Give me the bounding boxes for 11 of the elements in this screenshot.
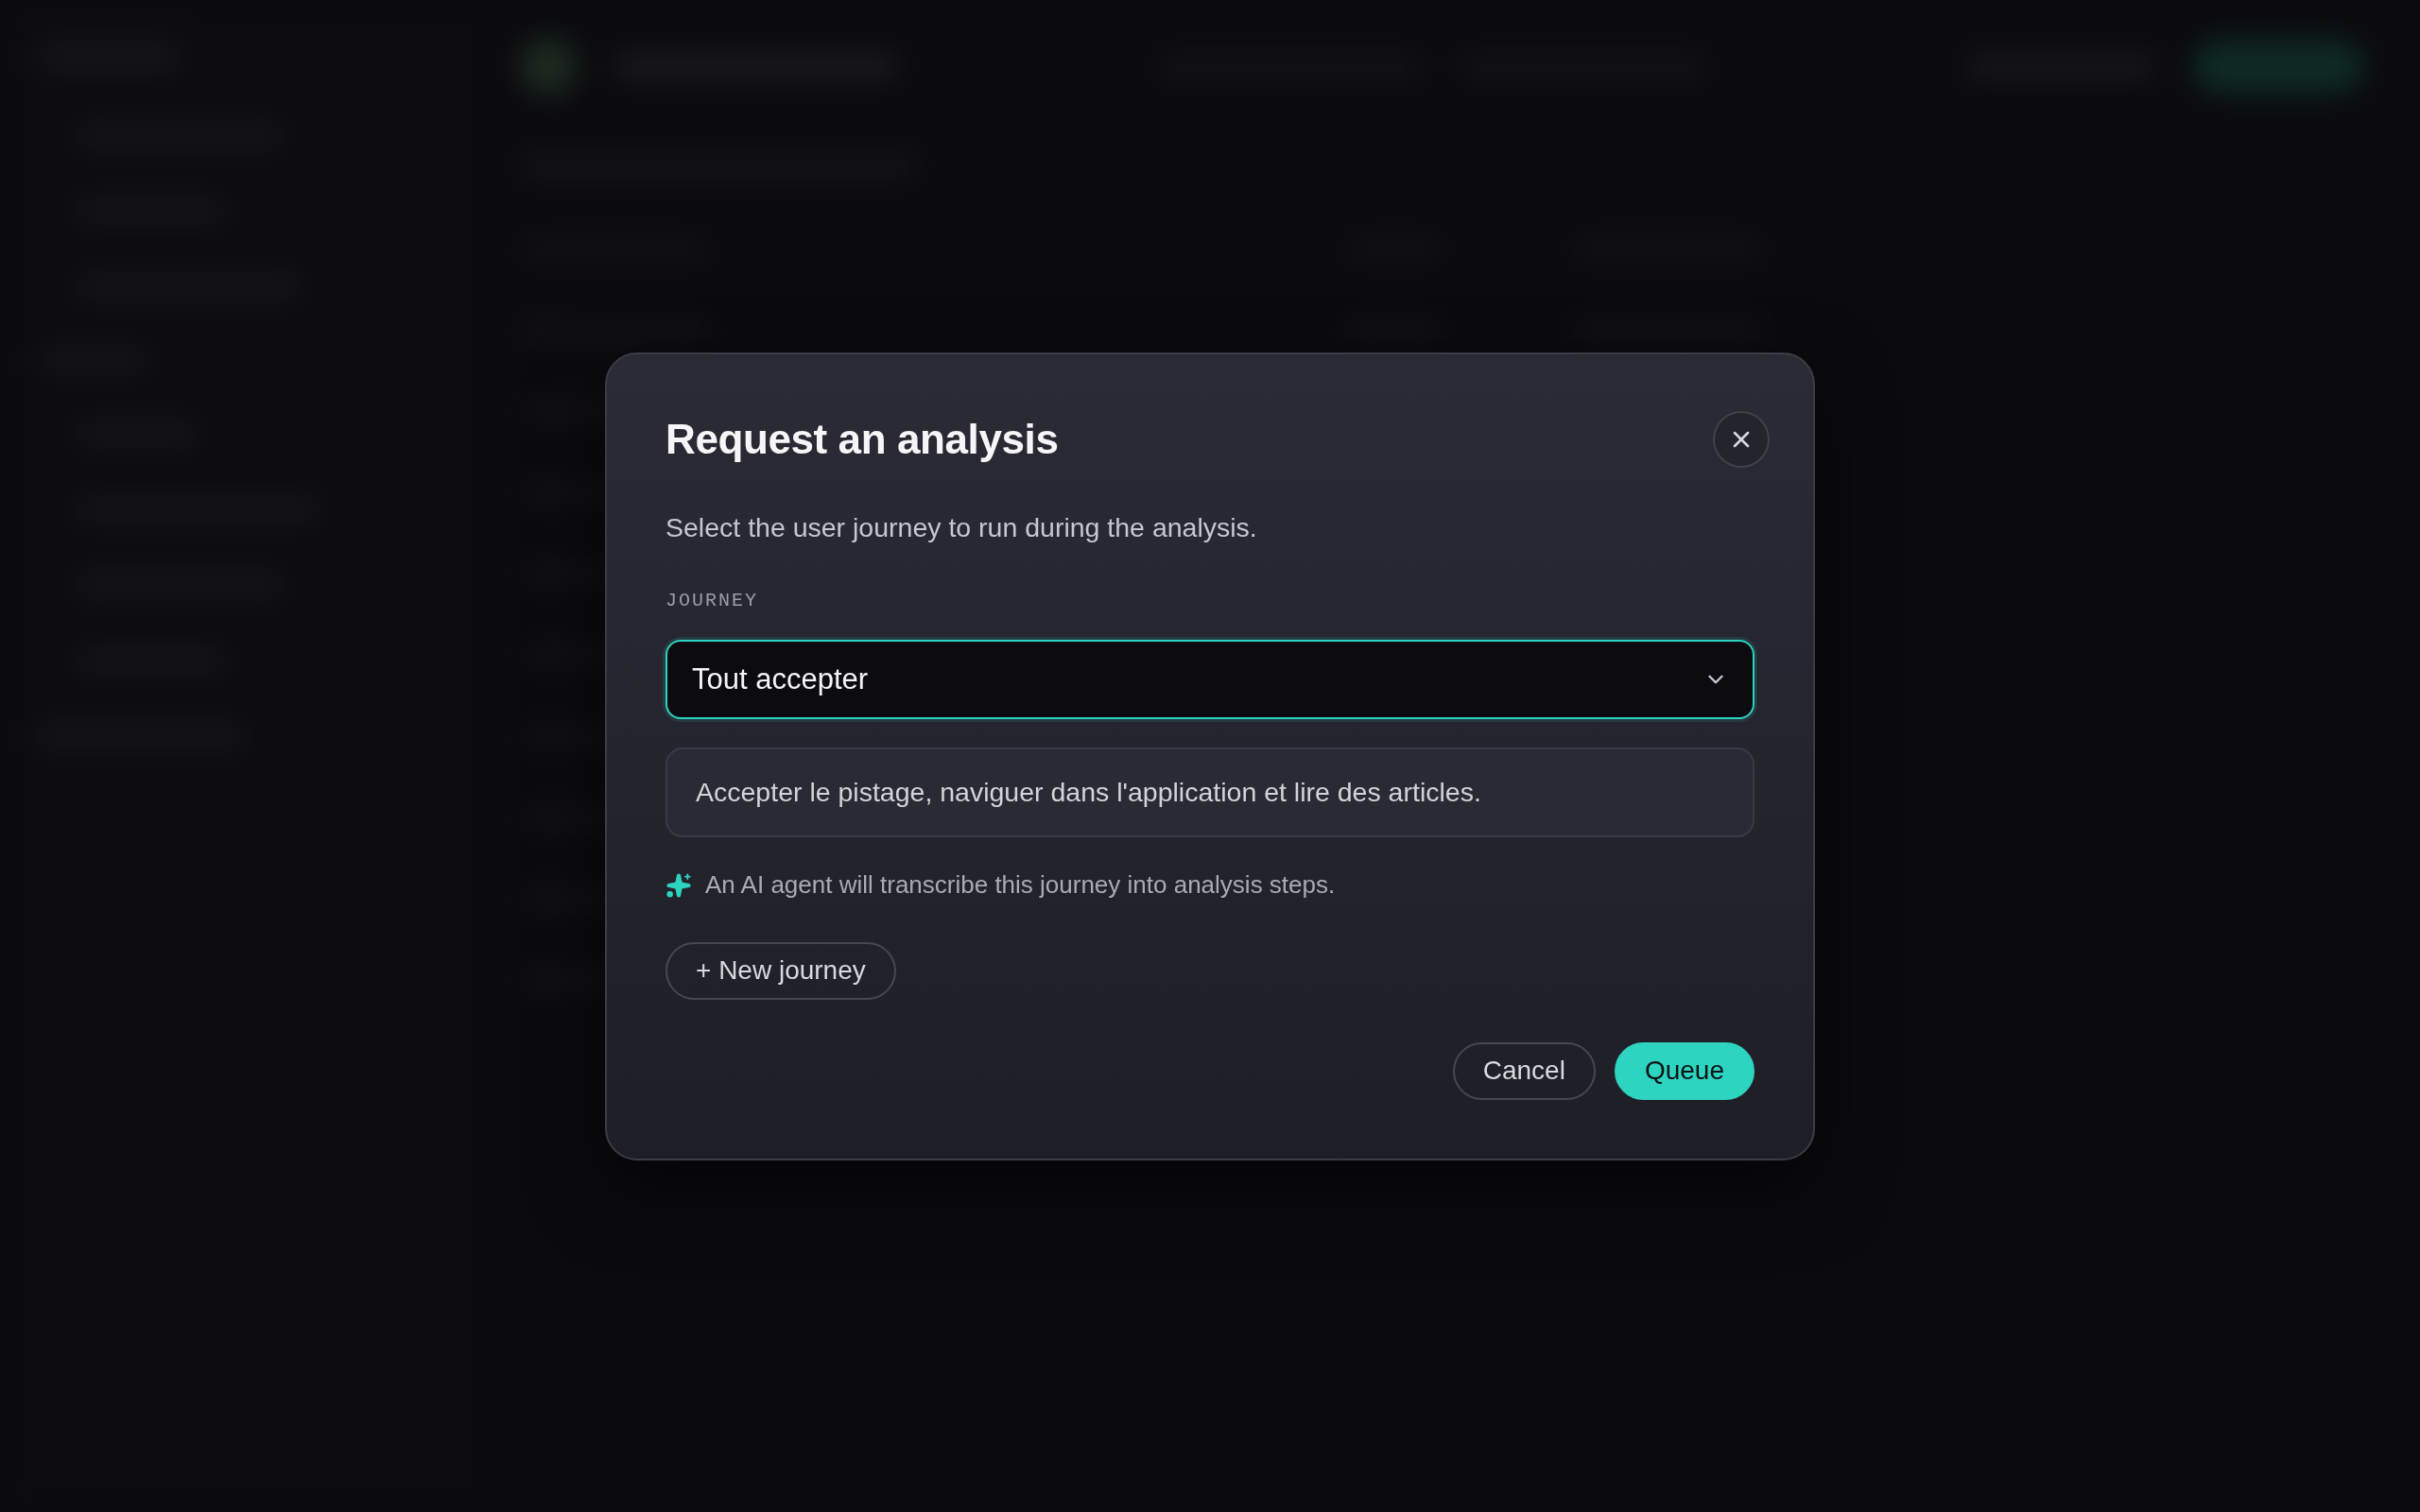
journey-label: JOURNEY xyxy=(666,588,758,613)
sparkle-icon xyxy=(666,871,692,899)
cancel-button[interactable]: Cancel xyxy=(1452,1041,1596,1100)
journey-select-value: Tout accepter xyxy=(692,662,869,696)
dialog-subtitle: Select the user journey to run during the analysis. xyxy=(666,510,1257,544)
queue-button[interactable]: Queue xyxy=(1614,1041,1754,1100)
new-journey-button[interactable]: + New journey xyxy=(666,941,896,1000)
journey-select[interactable]: Tout accepter xyxy=(666,639,1754,719)
dialog-title: Request an analysis xyxy=(666,414,1059,464)
journey-description: Accepter le pistage, naviguer dans l'application et lire des articles. xyxy=(666,747,1754,837)
ai-note: An AI agent will transcribe this journey into analysis steps. xyxy=(705,870,1336,900)
